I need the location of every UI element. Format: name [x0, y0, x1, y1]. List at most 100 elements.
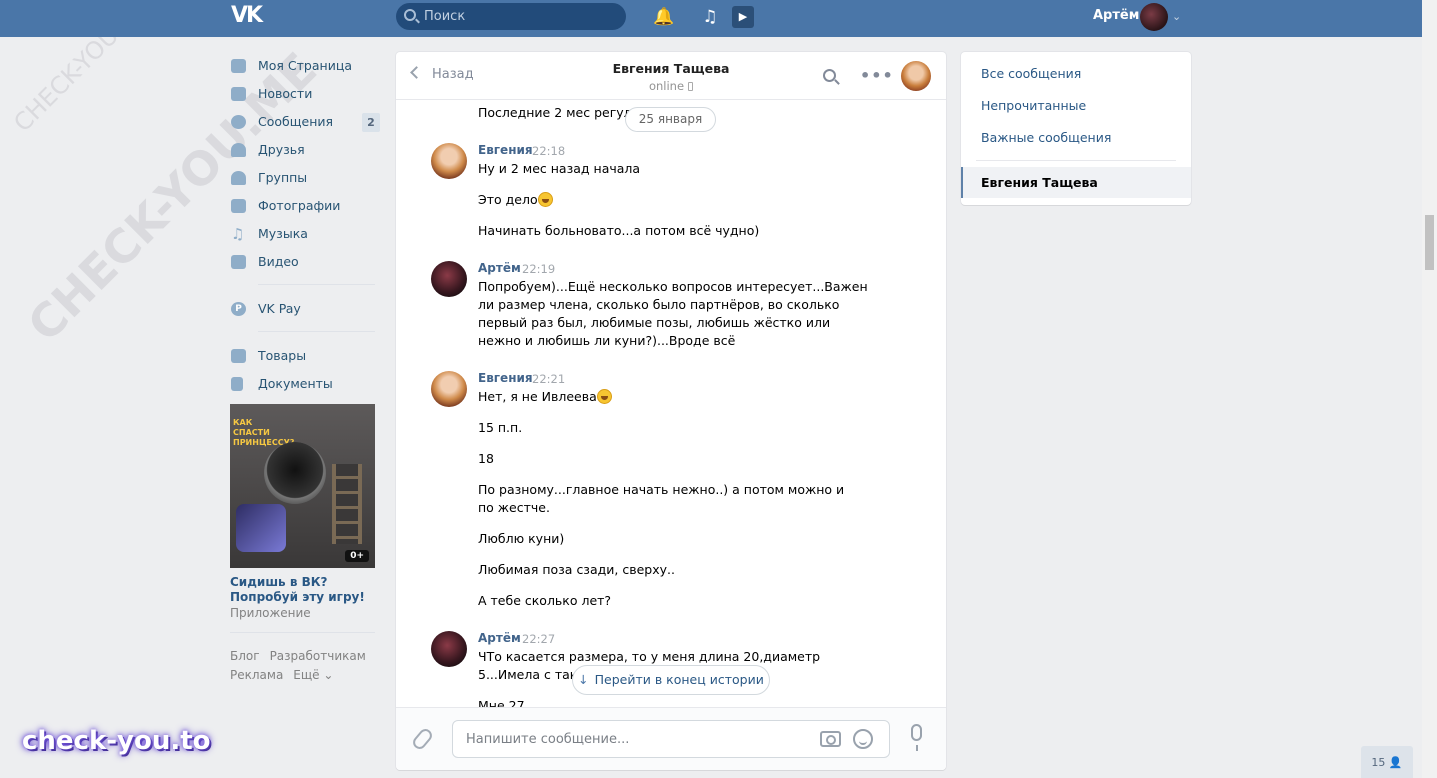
- message-text: Попробуем)...Ещё несколько вопросов инте…: [478, 279, 868, 348]
- laughing-emoji-icon: [596, 389, 612, 404]
- music-note-icon[interactable]: ♫: [699, 6, 721, 28]
- search-box[interactable]: [396, 3, 626, 30]
- ad-age-badge: 0+: [345, 550, 369, 562]
- chevron-down-icon[interactable]: ⌄: [1172, 10, 1181, 23]
- message-text: А тебе сколько лет?: [478, 593, 612, 608]
- footer-link-ads[interactable]: Реклама: [230, 668, 283, 682]
- message-text: Это дело: [478, 191, 878, 209]
- bag-icon: [231, 349, 246, 363]
- footer-link-developers[interactable]: Разработчикам: [270, 649, 366, 663]
- nav-item-video[interactable]: Видео: [230, 248, 380, 276]
- video-play-icon[interactable]: ▶: [732, 6, 754, 28]
- message-text: Нет, я не Ивлеева: [478, 388, 878, 406]
- header-user-name[interactable]: Артём: [1093, 0, 1139, 37]
- peer-avatar[interactable]: [901, 61, 931, 91]
- emoji-icon[interactable]: [853, 729, 873, 749]
- nav-item-music[interactable]: ♫ Музыка: [230, 220, 380, 248]
- date-separator[interactable]: 25 января: [625, 107, 716, 132]
- ad-hero-art: [236, 504, 286, 552]
- music-icon: ♫: [231, 225, 245, 243]
- online-friends-counter[interactable]: 15 👤: [1361, 746, 1413, 778]
- ad-banner-text: КАК СПАСТИ ПРИНЦЕССУ?: [233, 418, 295, 447]
- paperclip-icon[interactable]: [410, 726, 435, 752]
- message-text: Ну и 2 мес назад начала: [478, 161, 641, 176]
- message-author[interactable]: Артём: [478, 631, 521, 645]
- message-avatar[interactable]: [431, 261, 467, 297]
- mobile-icon: [688, 82, 694, 91]
- jump-to-end-button[interactable]: ↓ Перейти в конец истории: [572, 665, 770, 695]
- filter-all-messages[interactable]: Все сообщения: [981, 66, 1081, 81]
- message-avatar[interactable]: [431, 631, 467, 667]
- footer-link-blog[interactable]: Блог: [230, 649, 260, 663]
- groups-icon: [231, 171, 246, 185]
- news-icon: [231, 87, 246, 101]
- message-avatar[interactable]: [431, 371, 467, 407]
- filter-active-conversation[interactable]: Евгения Тащева: [961, 167, 1191, 198]
- left-nav: Моя Страница Новости Сообщения 2 Друзья Г…: [230, 52, 380, 685]
- search-icon[interactable]: [823, 69, 836, 82]
- nav-item-documents[interactable]: Документы: [230, 370, 380, 398]
- ad-image[interactable]: КАК СПАСТИ ПРИНЦЕССУ? 0+: [230, 404, 375, 568]
- message-time[interactable]: 22:27: [522, 632, 555, 646]
- scrollbar-thumb[interactable]: [1425, 215, 1434, 270]
- search-input[interactable]: [424, 3, 614, 30]
- message-author[interactable]: Артём: [478, 261, 521, 275]
- arrow-down-icon: ↓: [578, 672, 589, 687]
- message-text: 15 п.п.: [478, 420, 523, 435]
- ad-subtitle: Приложение: [230, 606, 311, 620]
- ad-bomb-art: [264, 442, 326, 504]
- laughing-emoji-icon: [537, 192, 553, 207]
- message-text: По разному...главное начать нежно..) а п…: [478, 482, 845, 515]
- nav-item-photos[interactable]: Фотографии: [230, 192, 380, 220]
- header-avatar[interactable]: [1140, 3, 1168, 31]
- filter-divider: [976, 160, 1176, 161]
- message-time[interactable]: 22:21: [532, 372, 565, 386]
- nav-item-vkpay[interactable]: P VK Pay: [230, 295, 380, 323]
- camera-icon[interactable]: [820, 731, 841, 747]
- ad-title[interactable]: Сидишь в ВК? Попробуй эту игру!: [230, 575, 375, 605]
- camera-icon: [231, 199, 246, 213]
- message-time[interactable]: 22:18: [532, 144, 565, 158]
- message-filters: Все сообщения Непрочитанные Важные сообщ…: [961, 52, 1191, 205]
- home-icon: [231, 59, 246, 73]
- footer-links: Блог Разработчикам Реклама Ещё ⌄: [230, 632, 375, 685]
- footer-link-more[interactable]: Ещё ⌄: [293, 668, 333, 682]
- nav-item-my-page[interactable]: Моя Страница: [230, 52, 380, 80]
- message-text: Люблю куни): [478, 531, 565, 546]
- nav-divider: [258, 331, 375, 332]
- nav-item-goods[interactable]: Товары: [230, 342, 380, 370]
- filter-important[interactable]: Важные сообщения: [981, 130, 1111, 145]
- message-text: 18: [478, 451, 494, 466]
- message-input[interactable]: [466, 721, 806, 757]
- friends-icon: [231, 143, 246, 157]
- message-author[interactable]: Евгения: [478, 143, 533, 157]
- microphone-icon[interactable]: [911, 724, 922, 751]
- top-bar: VK 🔔 ♫ ▶ Артём ⌄: [0, 0, 1422, 37]
- ad-ladder-art: [332, 464, 362, 544]
- messages-icon: [231, 115, 246, 129]
- message-text: Любимая поза сзади, сверху..: [478, 562, 675, 577]
- nav-item-groups[interactable]: Группы: [230, 164, 380, 192]
- chat-header: Назад Евгения Тащева online •••: [396, 52, 946, 100]
- vk-logo[interactable]: VK: [231, 4, 265, 28]
- watermark-brand: check-you.to: [22, 726, 211, 756]
- message-author[interactable]: Евгения: [478, 371, 533, 385]
- document-icon: [231, 377, 243, 391]
- vkpay-icon: P: [231, 302, 246, 316]
- search-icon: [404, 9, 416, 21]
- bell-icon[interactable]: 🔔: [653, 6, 675, 28]
- nav-item-friends[interactable]: Друзья: [230, 136, 380, 164]
- message-history[interactable]: Последние 2 мес регуля Евгения 22:18 Ну …: [396, 101, 946, 707]
- page-scrollbar[interactable]: [1422, 0, 1437, 778]
- nav-item-messages[interactable]: Сообщения 2: [230, 108, 380, 136]
- message-avatar[interactable]: [431, 143, 467, 179]
- more-icon[interactable]: •••: [860, 66, 894, 85]
- message-input-box[interactable]: [452, 720, 890, 758]
- message-time[interactable]: 22:19: [522, 262, 555, 276]
- video-icon: [231, 255, 246, 269]
- chat-panel: Назад Евгения Тащева online ••• Последни…: [396, 52, 946, 770]
- nav-divider: [258, 284, 375, 285]
- nav-item-news[interactable]: Новости: [230, 80, 380, 108]
- person-icon: 👤: [1388, 756, 1403, 769]
- filter-unread[interactable]: Непрочитанные: [981, 98, 1086, 113]
